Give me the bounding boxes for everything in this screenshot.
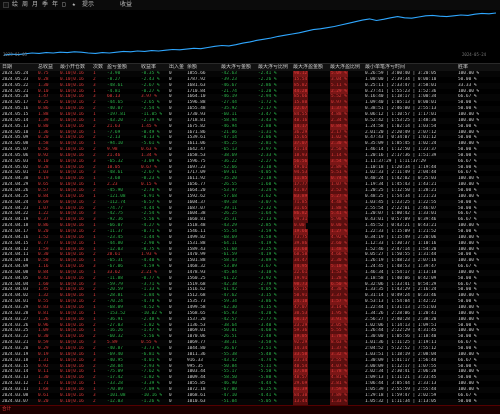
table-cell: 0.20 [38,398,49,404]
table-cell: 2 [93,398,96,404]
header-cell[interactable]: 收益率 [141,64,156,71]
header-cell[interactable]: 最大浮盈比例 [330,64,360,71]
toolbar-item-7[interactable]: 提示 [82,0,94,10]
toolbar-item-1[interactable]: 周 [22,0,28,10]
header-cell[interactable]: 最大浮亏比例 [258,64,288,71]
table-cell: 1.33 % [330,398,348,405]
toolbar-item-4[interactable]: 年 [52,0,58,10]
table-cell: -5.05 % [258,398,277,404]
chart-x-end-label: 2024-05-24 [462,52,487,57]
header-cell[interactable]: 日期 [2,64,12,71]
header-cell[interactable]: 胜率 [458,64,468,71]
table-cell: -1.26 % [141,398,160,404]
toolbar-item-3[interactable]: 季 [42,0,48,10]
equity-chart-svg [3,12,497,56]
table-body: 2024.05.24 0.75 0.10|0.16 1 -3.90 -0.35 % 0 185… [0,71,500,405]
table-row[interactable]: 2024.03.07 0.20 0.10|0.16 2 -12.03 -1.26 % 0 10… [0,398,500,405]
table-cell: 13.44 [293,398,309,405]
settings-icon[interactable] [3,2,9,8]
header-cell[interactable]: 出入金 [169,64,184,71]
header-cell[interactable]: 最小单笔浮亏时间 [365,64,405,71]
header-cell[interactable]: 总收益 [38,64,53,71]
table-cell: 1010.63 [187,398,206,404]
table-cell: -51.04 [221,398,237,404]
header-cell[interactable]: 余额 [187,64,197,71]
equity-line [3,12,497,56]
header-cell[interactable]: 最大浮盈金额 [293,64,323,71]
equity-chart [0,10,500,63]
table-cell: 1.05:32 | 1:11:34 | 1:13:05 [365,398,437,404]
toolbar-item-6[interactable]: ★ [72,0,76,10]
header-cell[interactable]: 次数 [93,64,103,71]
table-cell: 2024.03.07 [2,398,29,404]
header-cell[interactable]: 最小开仓数 [60,64,85,71]
chart-x-start-label: 2023-01-05 [3,52,28,57]
table-cell: -12.03 [107,398,123,404]
toolbar-item-0[interactable]: 绘 [12,0,18,10]
toolbar-item-5[interactable]: □ [62,0,66,10]
table-cell: 50.00 % [458,398,477,404]
chart-label: 收益 [120,1,133,8]
header-cell[interactable]: 最大浮亏金额 [221,64,251,71]
table-cell: 0.10|0.16 [60,398,84,404]
header-cell[interactable]: 盈亏金额 [107,64,127,71]
toolbar-item-2[interactable]: 月 [32,0,38,10]
table-cell: 0 [169,398,172,404]
